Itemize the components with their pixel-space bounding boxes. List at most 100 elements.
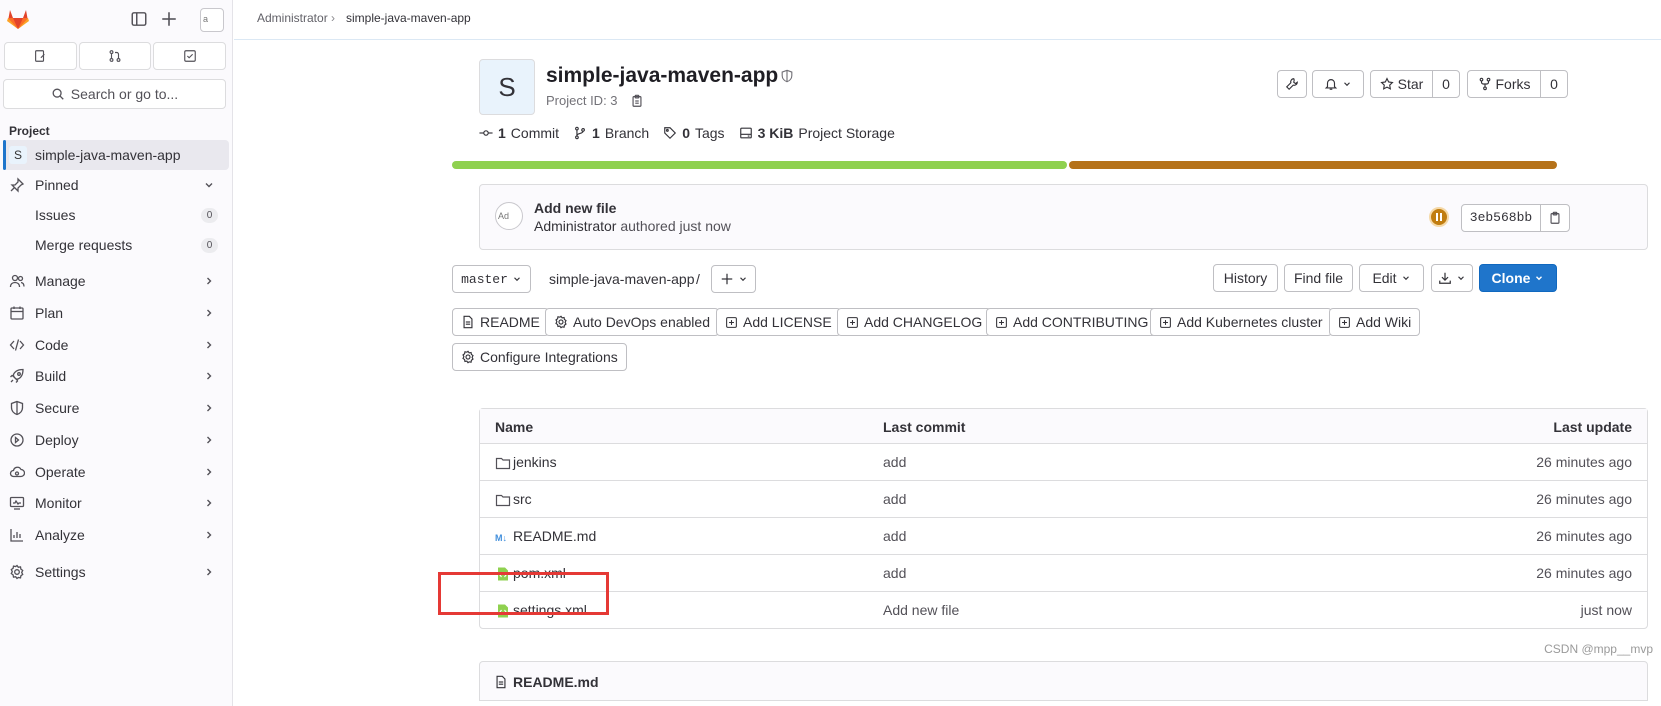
admin-settings-button[interactable]: [1277, 70, 1307, 98]
merge-requests-counter-button[interactable]: [78, 42, 152, 70]
table-row[interactable]: M↓ README.md add 26 minutes ago: [480, 518, 1647, 555]
sidebar-item-analyze[interactable]: Analyze: [3, 520, 229, 550]
commits-stat[interactable]: 1 Commit: [479, 125, 559, 141]
tags-count: 0: [682, 125, 690, 141]
users-icon: [9, 274, 25, 288]
clone-dropdown[interactable]: Clone: [1479, 264, 1557, 292]
forks-count[interactable]: 0: [1540, 70, 1568, 98]
pipeline-status-icon[interactable]: [1429, 207, 1449, 227]
add-license-button[interactable]: Add LICENSE: [716, 308, 841, 336]
search-icon: [52, 88, 64, 100]
sidebar-item-build[interactable]: Build: [3, 361, 229, 391]
quick-action-label: Add CONTRIBUTING: [1013, 314, 1149, 330]
file-name[interactable]: jenkins: [513, 454, 557, 470]
table-row[interactable]: jenkins add 26 minutes ago: [480, 444, 1647, 481]
sidebar-item-issues[interactable]: Issues 0: [3, 200, 229, 230]
sidebar-item-plan[interactable]: Plan: [3, 298, 229, 328]
readme-button[interactable]: README: [452, 308, 549, 336]
repo-path[interactable]: simple-java-maven-app: [549, 271, 695, 287]
file-name[interactable]: README.md: [513, 528, 596, 544]
star-count[interactable]: 0: [1432, 70, 1460, 98]
sidebar-item-manage[interactable]: Manage: [3, 266, 229, 296]
forks-label: Forks: [1495, 76, 1531, 92]
last-commit-message[interactable]: add: [883, 565, 906, 581]
quick-action-label: Add Kubernetes cluster: [1177, 314, 1323, 330]
sidebar-toggle-icon[interactable]: [130, 10, 148, 28]
storage-stat[interactable]: 3 KiB Project Storage: [739, 125, 895, 141]
edit-label: Edit: [1372, 270, 1397, 286]
sidebar-item-operate[interactable]: Operate: [3, 457, 229, 487]
sidebar-item-project[interactable]: S simple-java-maven-app: [3, 140, 229, 170]
sidebar-item-merge-requests[interactable]: Merge requests 0: [3, 230, 229, 260]
configure-integrations-button[interactable]: Configure Integrations: [452, 343, 627, 371]
issues-counter-button[interactable]: [4, 42, 77, 70]
commits-count: 1: [498, 125, 506, 141]
chevron-down-icon: [1536, 276, 1543, 281]
sidebar-item-pinned[interactable]: Pinned: [3, 170, 229, 200]
copy-sha-button[interactable]: [1540, 204, 1570, 232]
file-name[interactable]: src: [513, 491, 532, 507]
add-contributing-button[interactable]: Add CONTRIBUTING: [986, 308, 1158, 336]
notifications-dropdown[interactable]: [1312, 70, 1364, 98]
add-changelog-button[interactable]: Add CHANGELOG: [837, 308, 992, 336]
commit-sha[interactable]: 3eb568bb: [1461, 204, 1541, 232]
breadcrumb-item[interactable]: Administrator: [257, 11, 328, 25]
table-header: Name Last commit Last update: [480, 409, 1647, 444]
gitlab-logo-icon[interactable]: [6, 8, 30, 30]
sidebar-counters: [4, 42, 227, 70]
history-button[interactable]: History: [1213, 264, 1278, 292]
chevron-right-icon: [207, 404, 212, 412]
plus-square-icon: [996, 316, 1007, 328]
chevron-right-icon: [207, 499, 212, 507]
search-button[interactable]: Search or go to...: [3, 79, 226, 109]
commit-author-avatar[interactable]: Ad: [495, 202, 523, 230]
sidebar-item-label: Manage: [35, 273, 86, 289]
sidebar-item-settings[interactable]: Settings: [3, 557, 229, 587]
cloud-icon: [9, 466, 25, 478]
commit-author[interactable]: Administrator: [534, 218, 616, 234]
todos-counter-button[interactable]: [153, 42, 227, 70]
copy-icon[interactable]: [630, 94, 644, 108]
add-to-tree-dropdown[interactable]: [711, 265, 756, 293]
sidebar-item-label: Issues: [35, 207, 76, 223]
last-commit-message[interactable]: add: [883, 454, 906, 470]
count-badge: 0: [201, 238, 218, 253]
table-row[interactable]: pom.xml add 26 minutes ago: [480, 555, 1647, 592]
commit-title[interactable]: Add new file: [534, 200, 616, 216]
forks-button[interactable]: Forks: [1467, 70, 1541, 98]
table-row[interactable]: settings.xml Add new file just now: [480, 592, 1647, 629]
readme-title[interactable]: README.md: [513, 674, 599, 690]
star-button[interactable]: Star: [1370, 70, 1433, 98]
edit-dropdown[interactable]: Edit: [1359, 264, 1424, 292]
user-avatar[interactable]: a: [200, 8, 224, 32]
last-commit-message[interactable]: Add new file: [883, 602, 959, 618]
quick-action-label: Configure Integrations: [480, 349, 618, 365]
sidebar-item-secure[interactable]: Secure: [3, 393, 229, 423]
breadcrumb-current[interactable]: simple-java-maven-app: [346, 11, 471, 25]
active-indicator: [3, 140, 6, 170]
tag-icon: [664, 127, 677, 140]
download-dropdown[interactable]: [1431, 264, 1473, 292]
last-commit-message[interactable]: add: [883, 528, 906, 544]
auto-devops-button[interactable]: Auto DevOps enabled: [545, 308, 719, 336]
find-file-button[interactable]: Find file: [1284, 264, 1353, 292]
pin-icon: [10, 177, 25, 193]
branches-stat[interactable]: 1 Branch: [573, 125, 649, 141]
chevron-right-icon: [207, 436, 212, 444]
chevron-right-icon: [207, 531, 212, 539]
sidebar-item-monitor[interactable]: Monitor: [3, 488, 229, 518]
settings-icon: [462, 350, 474, 364]
sidebar-item-deploy[interactable]: Deploy: [3, 425, 229, 455]
table-row[interactable]: src add 26 minutes ago: [480, 481, 1647, 518]
chart-icon: [10, 529, 23, 542]
last-commit-message[interactable]: add: [883, 491, 906, 507]
chevron-right-icon: [207, 277, 212, 285]
add-wiki-button[interactable]: Add Wiki: [1329, 308, 1421, 336]
settings-icon: [555, 315, 567, 329]
tags-stat[interactable]: 0 Tags: [663, 125, 725, 141]
branch-selector[interactable]: master: [452, 265, 531, 293]
sidebar-item-code[interactable]: Code: [3, 330, 229, 360]
plus-icon[interactable]: [160, 10, 178, 28]
add-kubernetes-cluster-button[interactable]: Add Kubernetes cluster: [1150, 308, 1332, 336]
branches-count: 1: [592, 125, 600, 141]
